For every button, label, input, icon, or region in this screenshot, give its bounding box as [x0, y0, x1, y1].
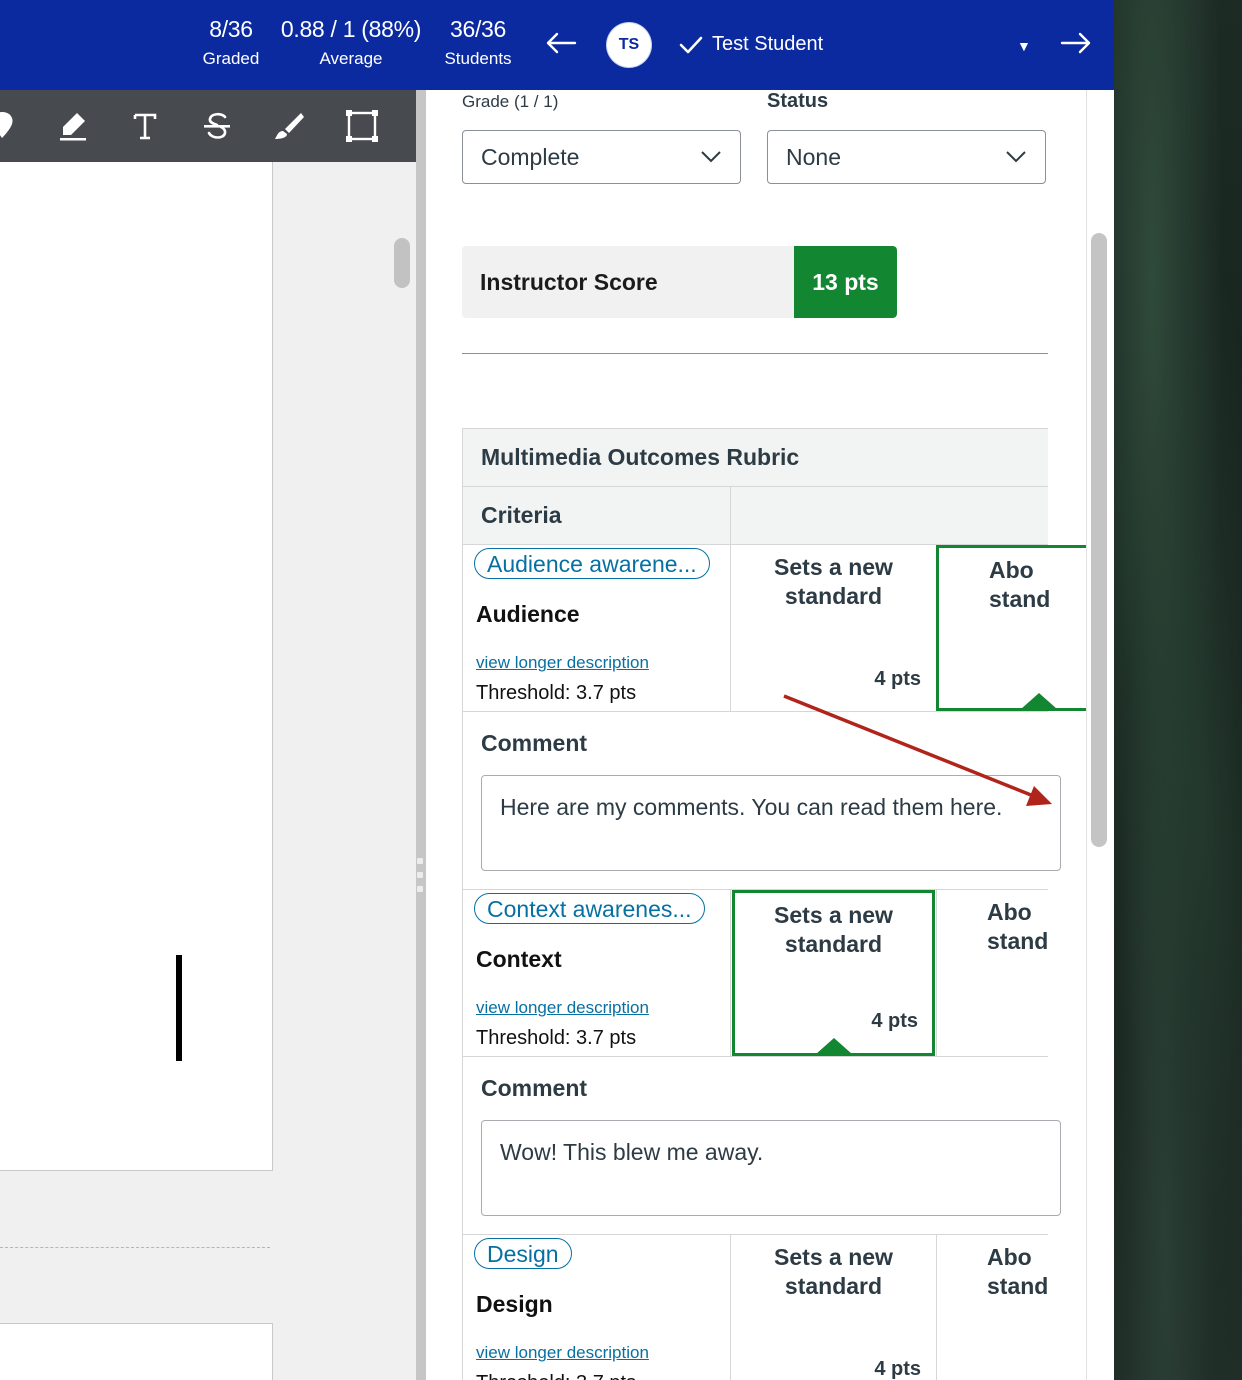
criterion-name: Context [476, 946, 562, 972]
checkmark-icon [679, 36, 703, 54]
criterion-row-context: Context awarenes... Context view longer … [463, 890, 1048, 1057]
grade-select[interactable]: Complete [462, 130, 741, 184]
criterion-cell: Audience awarene... Audience view longer… [463, 545, 731, 711]
rating-above-standard[interactable]: Abo stand [936, 545, 1086, 711]
comment-label: Comment [481, 730, 588, 756]
criterion-row-design: Design Design view longer description Th… [463, 1235, 1048, 1380]
criterion-threshold: Threshold: 3.7 pts [476, 1027, 637, 1049]
average-value: 0.88 / 1 (88%) [280, 16, 422, 42]
rating-title-line: Sets a new [774, 902, 893, 928]
chevron-down-icon [1006, 151, 1026, 163]
instructor-score-box: Instructor Score 13 pts [462, 246, 897, 318]
comment-label: Comment [481, 1075, 588, 1101]
rating-title-line: stand [989, 586, 1051, 612]
rubric-table: Multimedia Outcomes Rubric Criteria Audi… [462, 428, 1086, 1380]
rating-title-line: Abo [989, 557, 1034, 583]
chevron-down-icon [701, 151, 721, 163]
rating-points: 4 pts [874, 668, 921, 690]
desktop-background [1114, 0, 1242, 1380]
panel-scrollbar[interactable] [1091, 233, 1107, 847]
rating-points: 4 pts [874, 1358, 921, 1380]
rating-title-line: stand [987, 1273, 1049, 1299]
criteria-header: Criteria [463, 487, 731, 544]
comment-field[interactable]: Here are my comments. You can read them … [481, 775, 1061, 871]
students-value: 36/36 [449, 16, 507, 42]
header-bar: 8/36 Graded 0.88 / 1 (88%) Average 36/36… [0, 0, 1114, 90]
comment-row: Comment Wow! This blew me away. [463, 1057, 1061, 1235]
brush-icon[interactable] [271, 108, 307, 144]
panel-resize-divider[interactable] [416, 90, 426, 1380]
criterion-name: Design [476, 1291, 553, 1317]
average-stat: 0.88 / 1 (88%) Average [276, 16, 426, 69]
text-icon[interactable] [127, 108, 163, 144]
avatar[interactable]: TS [607, 23, 651, 67]
rating-title-line: standard [784, 931, 883, 957]
rating-sets-new-standard[interactable]: Sets a new standard 4 pts [732, 890, 935, 1056]
pin-icon[interactable] [0, 108, 20, 144]
grade-label: Grade (1 / 1) [462, 92, 559, 111]
average-label: Average [319, 49, 383, 68]
view-description-link[interactable]: view longer description [476, 653, 649, 673]
grading-panel: Grade (1 / 1) Status Complete None Instr… [426, 90, 1086, 1380]
status-label: Status [767, 90, 829, 112]
caret-down-icon[interactable]: ▼ [1017, 38, 1031, 54]
rating-title-line: Sets a new [774, 554, 893, 580]
text-cursor-mark [176, 955, 182, 1061]
criterion-threshold: Threshold: 3.7 pts [476, 682, 637, 704]
rating-sets-new-standard[interactable]: Sets a new standard 4 pts [732, 545, 935, 711]
document-scrollbar[interactable] [394, 238, 410, 288]
rating-title-line: Abo [987, 899, 1032, 925]
document-page [0, 1323, 273, 1380]
student-select[interactable]: Test Student [712, 33, 823, 56]
criterion-cell: Context awarenes... Context view longer … [463, 890, 731, 1056]
comment-row: Comment Here are my comments. You can re… [463, 712, 1061, 890]
rating-sets-new-standard[interactable]: Sets a new standard 4 pts [732, 1235, 935, 1380]
rating-points: 4 pts [871, 1010, 918, 1032]
section-divider [462, 353, 1048, 354]
graded-label: Graded [202, 49, 260, 68]
view-description-link[interactable]: view longer description [476, 998, 649, 1018]
page-break [0, 1247, 270, 1248]
criterion-name: Audience [476, 601, 580, 627]
criterion-cell: Design Design view longer description Th… [463, 1235, 731, 1380]
arrow-left-icon[interactable] [544, 26, 578, 66]
rating-title-line: stand [987, 928, 1049, 954]
rating-above-standard[interactable]: Abo stand [936, 890, 1086, 1056]
view-description-link[interactable]: view longer description [476, 1343, 649, 1363]
strikethrough-icon[interactable] [199, 108, 235, 144]
status-select-value: None [786, 143, 841, 170]
document-page [0, 162, 273, 1171]
arrow-right-icon[interactable] [1059, 26, 1093, 66]
graded-stat: 8/36 Graded [196, 16, 266, 69]
comment-field[interactable]: Wow! This blew me away. [481, 1120, 1061, 1216]
rubric-title: Multimedia Outcomes Rubric [463, 429, 1048, 487]
highlighter-icon[interactable] [55, 108, 91, 144]
criterion-row-audience: Audience awarene... Audience view longer… [463, 545, 1086, 712]
status-select[interactable]: None [767, 130, 1046, 184]
rating-title-line: standard [784, 583, 883, 609]
graded-value: 8/36 [209, 16, 253, 42]
students-label: Students [444, 49, 512, 68]
resize-grip-icon[interactable] [417, 858, 425, 892]
outcome-tag[interactable]: Audience awarene... [474, 548, 710, 579]
grade-select-value: Complete [481, 143, 580, 170]
criterion-threshold: Threshold: 3.7 pts [476, 1372, 636, 1380]
instructor-score-value: 13 pts [794, 246, 897, 318]
annotation-toolbar [0, 90, 416, 162]
rating-title-line: standard [784, 1273, 883, 1299]
area-select-icon[interactable] [344, 108, 380, 144]
rating-above-standard[interactable]: Abo stand [936, 1235, 1086, 1380]
rubric-header-row: Criteria [463, 487, 1048, 545]
outcome-tag[interactable]: Design [474, 1238, 572, 1269]
instructor-score-label: Instructor Score [480, 269, 658, 295]
ratings-header [731, 487, 1048, 544]
students-stat: 36/36 Students [438, 16, 518, 69]
outcome-tag[interactable]: Context awarenes... [474, 893, 705, 924]
speedgrader-window: 8/36 Graded 0.88 / 1 (88%) Average 36/36… [0, 0, 1114, 1380]
rating-title-line: Sets a new [774, 1244, 893, 1270]
rating-title-line: Abo [987, 1244, 1032, 1270]
